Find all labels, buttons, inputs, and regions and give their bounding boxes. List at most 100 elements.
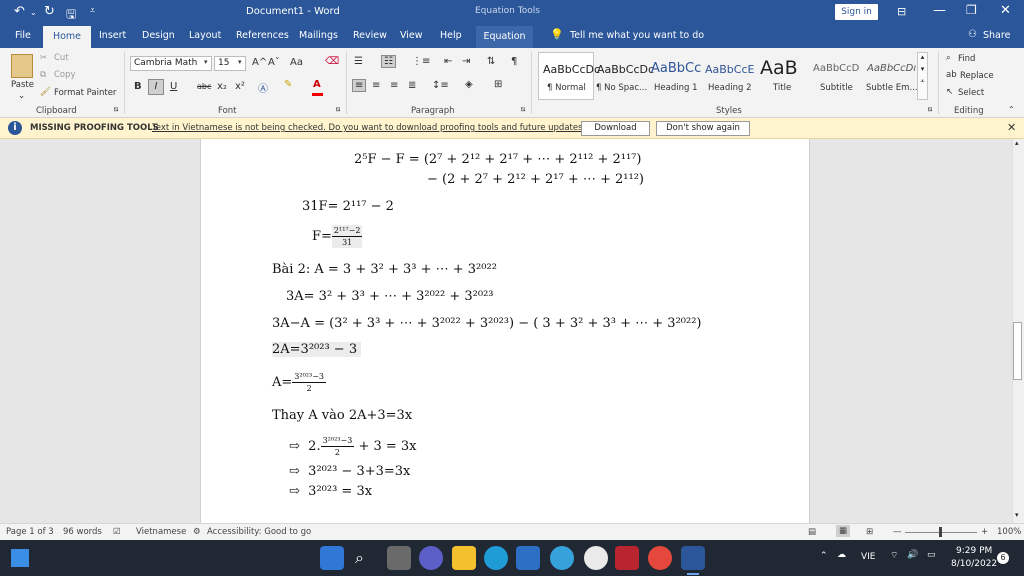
show-formatting-marks-icon[interactable]: ¶ <box>511 56 517 67</box>
download-button[interactable]: Download <box>581 121 650 136</box>
underline-button[interactable]: U <box>170 81 177 92</box>
align-left-icon[interactable]: ≡ <box>352 79 367 92</box>
collapse-ribbon-icon[interactable]: ⌃ <box>1008 105 1015 114</box>
github-icon[interactable] <box>584 546 608 570</box>
style-heading1-preview[interactable]: AaBbCc <box>651 61 701 76</box>
style-title-preview[interactable]: AaB <box>760 57 798 79</box>
chrome-icon[interactable] <box>648 546 672 570</box>
print-layout-icon[interactable]: ▦ <box>836 525 851 537</box>
select-button[interactable]: Select <box>958 88 984 98</box>
sort-icon[interactable]: ⇅ <box>487 56 495 67</box>
style-subtle-emphasis-preview[interactable]: AaBbCcDı <box>867 63 916 74</box>
styles-gallery-scroll[interactable]: ▴ ▾ ⩡ <box>917 52 928 100</box>
sign-in-button[interactable]: Sign in <box>835 4 878 20</box>
zoom-out-icon[interactable]: — <box>893 527 902 537</box>
increase-indent-icon[interactable]: ⇥ <box>462 56 470 67</box>
language-indicator[interactable]: Vietnamese <box>136 527 186 537</box>
close-message-icon[interactable]: ✕ <box>1007 121 1016 134</box>
numbering-icon[interactable]: ☷ <box>381 55 396 68</box>
chevron-up-icon[interactable]: ▴ <box>918 53 927 61</box>
volume-icon[interactable]: 🔊 <box>907 550 918 560</box>
style-normal-preview[interactable]: AaBbCcDc <box>543 63 600 76</box>
cut-button[interactable]: Cut <box>54 53 69 63</box>
clock-date[interactable]: 8/10/2022 <box>951 559 997 569</box>
bullet-line[interactable]: ⇨ 3²⁰²³ − 3+3=3x <box>289 464 410 479</box>
replace-icon[interactable]: ab <box>946 70 957 80</box>
strikethrough-button[interactable]: abc <box>197 82 211 91</box>
wifi-icon[interactable]: ⌔ <box>890 550 898 561</box>
zoom-slider-thumb[interactable] <box>939 527 942 537</box>
style-heading1-label[interactable]: Heading 1 <box>654 83 697 93</box>
input-language[interactable]: VIE <box>861 552 876 562</box>
zoom-level[interactable]: 100% <box>997 527 1021 537</box>
tab-home[interactable]: Home <box>43 26 91 48</box>
clipboard-dialog-launcher-icon[interactable]: ⧅ <box>114 105 118 114</box>
share-button[interactable]: Share <box>983 30 1010 41</box>
equation-line[interactable]: Bài 2: A = 3 + 3² + 3³ + ⋯ + 3²⁰²² <box>272 262 497 277</box>
align-center-icon[interactable]: ≡ <box>372 80 380 91</box>
scroll-up-icon[interactable]: ▴ <box>1015 139 1019 147</box>
multilevel-list-icon[interactable]: ⋮≡ <box>412 56 430 67</box>
copy-button[interactable]: Copy <box>54 70 76 80</box>
highlight-icon[interactable]: ✎ <box>284 79 292 90</box>
equation-line[interactable]: 3A= 3² + 3³ + ⋯ + 3²⁰²² + 3²⁰²³ <box>286 289 494 304</box>
equation-line[interactable]: F= 2¹¹⁷−2 31 <box>312 225 363 248</box>
bullet-line[interactable]: ⇨ 3²⁰²³ = 3x <box>289 484 372 499</box>
style-subtle-emphasis-label[interactable]: Subtle Em... <box>866 83 918 93</box>
line-spacing-icon[interactable]: ↕≡ <box>432 80 449 91</box>
shading-icon[interactable]: ◈ <box>465 79 473 90</box>
paste-clipboard-icon[interactable] <box>11 54 33 78</box>
style-no-spacing-label[interactable]: ¶ No Spac... <box>596 83 647 93</box>
save-icon[interactable]: 🖫 <box>66 5 76 26</box>
page-count[interactable]: Page 1 of 3 <box>6 527 54 537</box>
tab-help[interactable]: Help <box>440 30 462 41</box>
message-link[interactable]: Text in Vietnamese is not being checked.… <box>152 123 587 133</box>
dont-show-again-button[interactable]: Don't show again <box>656 121 750 136</box>
decrease-indent-icon[interactable]: ⇤ <box>444 56 452 67</box>
subscript-button[interactable]: x₂ <box>217 81 227 92</box>
format-painter-icon[interactable]: 🖌 <box>40 87 51 97</box>
style-no-spacing-preview[interactable]: AaBbCcDc <box>597 63 654 76</box>
accessibility-status[interactable]: Accessibility: Good to go <box>207 527 311 537</box>
tab-view[interactable]: View <box>400 30 423 41</box>
style-title-label[interactable]: Title <box>773 83 791 93</box>
equation-line[interactable]: − (2 + 2⁷ + 2¹² + 2¹⁷ + ⋯ + 2¹¹²) <box>427 172 644 187</box>
style-normal-label[interactable]: ¶ Normal <box>547 83 586 93</box>
equation-line[interactable]: 3A−A = (3² + 3³ + ⋯ + 3²⁰²² + 3²⁰²³) − (… <box>272 316 701 331</box>
read-mode-icon[interactable]: ▤ <box>808 527 816 537</box>
font-color-icon[interactable]: A <box>313 79 321 90</box>
format-painter-button[interactable]: Format Painter <box>54 88 116 98</box>
text-effects-icon[interactable]: Ⓐ <box>258 80 268 95</box>
equation-line[interactable]: 2A=3²⁰²³ − 3 <box>272 342 362 357</box>
text-line[interactable]: Thay A vào 2A+3=3x <box>272 408 412 423</box>
select-cursor-icon[interactable]: ↖ <box>946 87 953 97</box>
document-page[interactable]: 2⁵F − F = (2⁷ + 2¹² + 2¹⁷ + ⋯ + 2¹¹² + 2… <box>200 139 810 523</box>
clock-time[interactable]: 9:29 PM <box>956 546 992 556</box>
undo-icon[interactable]: ↶ <box>14 4 25 19</box>
redo-icon[interactable]: ↻ <box>44 4 55 19</box>
superscript-button[interactable]: x² <box>235 81 245 92</box>
italic-button[interactable]: I <box>148 79 164 95</box>
notification-badge[interactable]: 6 <box>997 552 1009 564</box>
tab-file[interactable]: File <box>15 30 31 41</box>
chevron-down-icon[interactable]: ▾ <box>204 58 208 66</box>
tell-me-search[interactable]: Tell me what you want to do <box>570 30 704 41</box>
proofing-icon[interactable]: ☑ <box>113 527 121 537</box>
task-switcher-icon[interactable] <box>387 546 411 570</box>
customize-quick-access-icon[interactable]: ⩡ <box>90 6 95 16</box>
font-dialog-launcher-icon[interactable]: ⧅ <box>336 105 340 114</box>
change-case-button[interactable]: Aa <box>290 57 303 68</box>
justify-icon[interactable]: ≣ <box>408 80 416 91</box>
store-icon[interactable] <box>516 546 540 570</box>
clear-formatting-icon[interactable]: ⌫ <box>325 56 339 67</box>
chevron-down-icon[interactable]: ▾ <box>918 65 927 73</box>
bullet-line[interactable]: ⇨ 2. 3²⁰²³−3 2 + 3 = 3x <box>289 435 417 458</box>
style-subtitle-label[interactable]: Subtitle <box>820 83 853 93</box>
copy-icon[interactable]: ⧉ <box>40 70 46 80</box>
onedrive-icon[interactable]: ☁ <box>837 550 846 560</box>
file-explorer-icon[interactable] <box>452 546 476 570</box>
tab-mailings[interactable]: Mailings <box>299 30 338 41</box>
task-view-icon[interactable] <box>11 549 29 567</box>
tab-layout[interactable]: Layout <box>189 30 221 41</box>
search-icon[interactable]: ⌕ <box>355 548 364 568</box>
